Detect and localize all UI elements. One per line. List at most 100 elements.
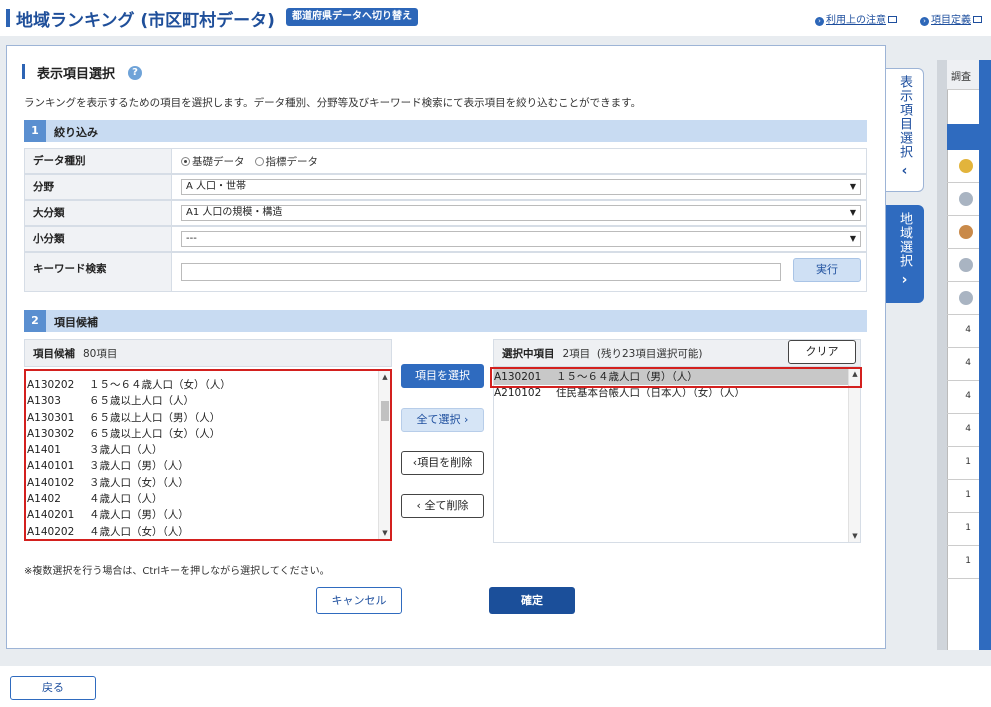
delete-item-label: 項目を削除 — [417, 456, 473, 469]
candidates-title: 項目候補 — [33, 348, 75, 360]
ranking-number: 1 — [965, 523, 971, 533]
scroll-down-icon[interactable]: ▼ — [379, 527, 390, 539]
execute-button[interactable]: 実行 — [793, 258, 861, 282]
cancel-button[interactable]: キャンセル — [316, 587, 402, 614]
selected-listbox[interactable]: A130201 １５～６４歳人口（男）（人） A210102 住民基本台帳人口（日本人… — [493, 367, 861, 543]
item-name: ３歳人口（男）（人） — [89, 460, 189, 473]
minor-category-row: 小分類 --- ▼ — [24, 226, 867, 252]
field-cell: A 人口・世帯 ▼ — [173, 175, 866, 199]
select-all-button[interactable]: 全て選択 › — [401, 408, 484, 432]
item-definition-link[interactable]: › 項目定義 — [920, 11, 982, 26]
ranking-number: 4 — [965, 325, 971, 335]
list-item[interactable]: A140102 ３歳人口（女）（人） — [27, 475, 390, 491]
major-category-label: 大分類 — [25, 201, 172, 225]
item-code: A140201 — [27, 509, 75, 522]
silver-medal-icon — [959, 192, 973, 206]
item-name: 住民基本台帳人口（日本人）（女）（人） — [556, 387, 745, 400]
item-definition-label: 項目定義 — [931, 15, 971, 26]
keyword-cell: 実行 — [173, 253, 866, 291]
radio-checked-icon — [181, 157, 190, 166]
delete-item-button[interactable]: ‹項目を削除 — [401, 451, 484, 475]
clear-button[interactable]: クリア — [788, 340, 856, 364]
item-code: A140102 — [27, 476, 75, 489]
ranking-number: 1 — [965, 490, 971, 500]
list-item[interactable]: A130202 １５～６４歳人口（女）（人） — [27, 377, 390, 393]
help-icon[interactable]: ? — [128, 66, 142, 80]
list-item[interactable]: A140202 ４歳人口（女）（人） — [27, 524, 390, 539]
tab-item-selection[interactable]: 表示項目選択 ‹ — [886, 68, 924, 192]
item-code: A130202 — [27, 379, 75, 391]
field-row: 分野 A 人口・世帯 ▼ — [24, 174, 867, 200]
ranking-number: 4 — [965, 424, 971, 434]
chevron-left-icon: ‹ — [901, 163, 908, 179]
gold-medal-icon — [959, 159, 973, 173]
item-name: ４歳人口（男）（人） — [89, 509, 189, 522]
item-name: １５～６４歳人口（女）（人） — [89, 379, 231, 391]
tab-region-selection[interactable]: 地域選択 › — [886, 205, 924, 303]
candidates-scrollbar[interactable]: ▲ ▼ — [378, 371, 390, 539]
scroll-up-icon[interactable]: ▲ — [379, 371, 390, 383]
bronze-medal-icon — [959, 225, 973, 239]
item-name: ３歳人口（女）（人） — [89, 476, 189, 489]
back-button[interactable]: 戻る — [10, 676, 96, 700]
item-code: A140101 — [27, 460, 75, 473]
item-code: A140202 — [27, 525, 75, 538]
candidates-header: 項目候補 80項目 — [24, 339, 392, 367]
ranking-preview-scrollbar[interactable] — [979, 60, 991, 650]
selected-title: 選択中項目 — [502, 348, 555, 360]
usage-notice-link[interactable]: › 利用上の注意 — [815, 11, 897, 26]
list-item[interactable]: A130301 ６５歳以上人口（男）（人） — [27, 410, 390, 426]
external-window-icon — [888, 16, 897, 23]
minor-category-cell: --- ▼ — [173, 227, 866, 251]
select-item-button[interactable]: 項目を選択 — [401, 364, 484, 388]
candidates-listbox[interactable]: A130202 １５～６４歳人口（女）（人） A1303 ６５歳以上人口（人） A130… — [24, 369, 392, 541]
list-item[interactable]: A140201 ４歳人口（男）（人） — [27, 507, 390, 523]
confirm-button[interactable]: 確定 — [489, 587, 575, 614]
radio-unchecked-icon — [254, 157, 264, 166]
field-select-value: A 人口・世帯 — [186, 181, 247, 192]
major-category-value: A1 人口の規模・構造 — [186, 207, 283, 218]
candidates-count: 80項目 — [83, 348, 118, 360]
chevron-right-icon: › — [901, 272, 908, 288]
selected-remaining: (残り23項目選択可能) — [596, 348, 703, 360]
major-category-select[interactable]: A1 人口の規模・構造 ▼ — [181, 205, 861, 221]
minor-category-select[interactable]: --- ▼ — [181, 231, 861, 247]
item-code: A1303 — [27, 395, 61, 408]
radio-index[interactable]: 指標データ — [254, 156, 319, 168]
section-description: ランキングを表示するための項目を選択します。データ種別、分野等及びキーワード検索… — [24, 97, 642, 109]
radio-basic-label: 基礎データ — [192, 156, 245, 168]
page-title: 地域ランキング (市区町村データ) — [16, 11, 275, 31]
scroll-down-icon[interactable]: ▼ — [849, 530, 860, 542]
step1-header: 1 絞り込み — [24, 120, 867, 142]
list-item[interactable]: A1303 ６５歳以上人口（人） — [27, 393, 390, 409]
delete-all-button[interactable]: ‹ 全て削除 — [401, 494, 484, 518]
list-item[interactable]: A130302 ６５歳以上人口（女）（人） — [27, 426, 390, 442]
scroll-thumb[interactable] — [381, 401, 389, 421]
item-name: ６５歳以上人口（人） — [89, 395, 194, 408]
medal-icon — [959, 258, 973, 272]
item-name: ４歳人口（女）（人） — [89, 525, 189, 538]
radio-basic[interactable]: 基礎データ — [181, 156, 245, 168]
keyword-input[interactable] — [181, 263, 781, 281]
switch-prefecture-button[interactable]: 都道府県データへ切り替え — [286, 8, 418, 26]
ranking-number: 4 — [965, 391, 971, 401]
dropdown-arrow-icon: ▼ — [849, 208, 856, 217]
item-name: ６５歳以上人口（男）（人） — [89, 411, 221, 424]
delete-all-label: 全て削除 — [424, 499, 469, 512]
radio-index-label: 指標データ — [265, 156, 319, 168]
candidates-list: A130202 １５～６４歳人口（女）（人） A1303 ６５歳以上人口（人） A130… — [26, 371, 390, 539]
list-item[interactable]: A1401 ３歳人口（人） — [27, 442, 390, 458]
major-category-row: 大分類 A1 人口の規模・構造 ▼ — [24, 200, 867, 226]
chevron-right-icon: › — [464, 413, 469, 426]
list-item[interactable]: A1402 ４歳人口（人） — [27, 491, 390, 507]
item-name: ６５歳以上人口（女）（人） — [89, 427, 221, 440]
minor-category-label: 小分類 — [25, 227, 172, 251]
section-title: 表示項目選択 — [37, 67, 116, 82]
item-code: A130302 — [27, 427, 75, 440]
list-item[interactable]: A140101 ３歳人口（男）（人） — [27, 458, 390, 474]
selected-scrollbar[interactable]: ▲ ▼ — [848, 368, 860, 542]
step-number: 2 — [24, 310, 46, 332]
external-window-icon — [973, 16, 982, 23]
ranking-number: 1 — [965, 457, 971, 467]
field-select[interactable]: A 人口・世帯 ▼ — [181, 179, 861, 195]
